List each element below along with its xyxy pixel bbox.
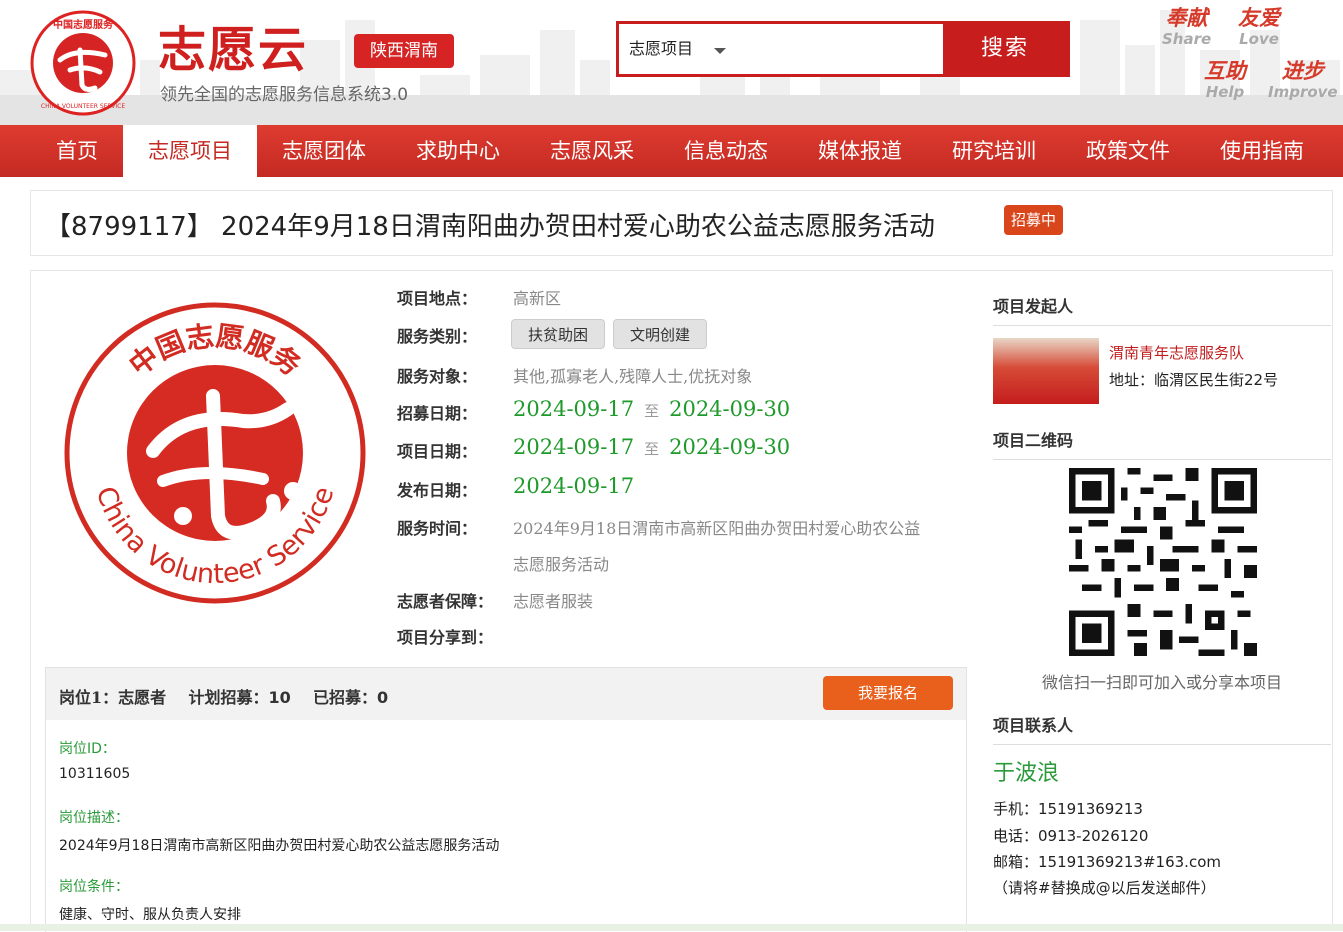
site-tagline: 领先全国的志愿服务信息系统3.0 [160,85,409,105]
search-category-select[interactable]: 志愿项目 [629,24,693,74]
bottom-strip [0,924,1343,931]
recruit-date-label: 招募日期： [397,404,478,423]
project-date-value: 2024-09-17 至 2024-09-30 [513,435,790,459]
nav-item-help-center[interactable]: 求助中心 [391,125,525,177]
nav-item-guide[interactable]: 使用指南 [1195,125,1329,177]
slogan-improve: 进步 Improve [1268,59,1338,101]
recruit-start-date: 2024-09-17 [513,397,635,421]
slogan-share: 奉献 Share [1162,6,1211,48]
page-title: 【8799117】 2024年9月18日渭南阳曲办贺田村爱心助农公益志愿服务活动 [45,212,935,242]
project-detail: 中国志愿服务 China Volunteer Service 项目地点： 高新区… [30,270,1333,932]
nav-item-news[interactable]: 信息动态 [659,125,793,177]
publish-date-value: 2024-09-17 [513,474,634,498]
nav-item-research[interactable]: 研究培训 [927,125,1061,177]
slogan-cn: 进步 [1281,59,1324,83]
guarantee-label: 志愿者保障： [397,592,494,611]
contact-email: 邮箱：15191369213#163.com [993,853,1221,871]
slogan-help: 互助 Help [1204,59,1246,101]
contact-phone: 电话：0913-2026120 [993,827,1149,845]
nav-item-groups[interactable]: 志愿团体 [257,125,391,177]
project-start-date: 2024-09-17 [513,435,635,459]
category-tag[interactable]: 扶贫助困 [511,319,606,349]
team-name-link[interactable]: 渭南青年志愿服务队 [1109,342,1244,363]
service-time-line2: 志愿服务活动 [513,555,610,574]
location-label: 项目地点： [397,289,478,308]
chevron-down-icon[interactable] [714,48,726,54]
signup-button[interactable]: 我要报名 [823,676,953,710]
category-tags: 扶贫助困 文明创建 [511,319,715,349]
guarantee-value: 志愿者服装 [513,592,594,611]
region-switch-button[interactable]: 陕西渭南 [354,34,454,68]
logo-title[interactable]: 志愿云 [158,10,308,80]
qr-caption: 微信扫一扫即可加入或分享本项目 [1041,673,1282,692]
contact-mobile: 手机：15191369213 [993,800,1143,818]
location-value: 高新区 [513,289,562,308]
nav-item-media[interactable]: 媒体报道 [793,125,927,177]
contact-name: 于波浪 [993,761,1060,786]
contact-email-note: （请将#替换成@以后发送邮件） [993,879,1216,897]
qr-heading: 项目二维码 [993,427,1331,460]
position-header: 岗位1：志愿者 计划招募：10 已招募：0 我要报名 [46,668,966,720]
position-desc-value: 2024年9月18日渭南市高新区阳曲办贺田村爱心助农公益志愿服务活动 [59,838,500,854]
nav-item-home[interactable]: 首页 [30,125,124,177]
slogan-en: Love [1239,30,1279,48]
category-label: 服务类别： [397,327,478,346]
date-separator: 至 [644,402,660,420]
main-nav: 首页 志愿项目 志愿团体 求助中心 志愿风采 信息动态 媒体报道 研究培训 政策… [0,125,1343,177]
target-value: 其他,孤寡老人,残障人士,优抚对象 [513,367,753,386]
search-box: 志愿项目 搜索 [616,21,1070,77]
slogan-cn: 互助 [1204,59,1246,83]
recruited-count: 0 [377,688,389,707]
slogan-en: Help [1205,83,1245,101]
svg-text:CHINA VOLUNTEER SERVICE: CHINA VOLUNTEER SERVICE [41,103,125,110]
publish-date: 2024-09-17 [513,474,635,498]
team-address: 地址：临渭区民生街22号 [1109,371,1279,389]
contact-heading: 项目联系人 [993,712,1331,745]
plan-label: 计划招募： [188,688,269,707]
status-badge: 招募中 [1004,205,1064,235]
position-label: 岗位1： [59,688,119,707]
svg-text:中国志愿服务: 中国志愿服务 [53,18,114,31]
recruit-end-date: 2024-09-30 [669,397,791,421]
project-date-label: 项目日期： [397,442,478,461]
recruited-label: 已招募： [313,688,378,707]
cvs-logo-icon[interactable]: 中国志愿服务 CHINA VOLUNTEER SERVICE [30,10,136,116]
slogan-cn: 奉献 [1165,6,1208,30]
position-desc-label: 岗位描述： [59,810,129,826]
recruit-date-value: 2024-09-17 至 2024-09-30 [513,397,790,421]
plan-count: 10 [268,688,291,707]
qr-code-icon [1069,468,1257,656]
publish-date-label: 发布日期： [397,481,478,500]
slogan-cn: 友爱 [1238,6,1280,30]
china-volunteer-service-logo-icon: 中国志愿服务 China Volunteer Service [64,302,366,604]
slogan-en: Share [1162,30,1212,48]
slogan-love: 友爱 Love [1238,6,1280,48]
search-button[interactable]: 搜索 [943,24,1067,74]
target-label: 服务对象： [397,367,478,386]
team-photo[interactable] [993,338,1099,404]
position-id-label: 岗位ID： [59,741,116,757]
position-role: 志愿者 [118,688,167,707]
position-summary: 岗位1：志愿者 计划招募：10 已招募：0 [59,684,388,708]
date-separator: 至 [644,440,660,458]
position-cond-label: 岗位条件： [59,879,129,895]
search-input[interactable] [744,30,934,68]
initiator-heading: 项目发起人 [993,293,1331,326]
slogan-en: Improve [1268,83,1338,101]
position-card: 岗位1：志愿者 计划招募：10 已招募：0 我要报名 岗位ID： 1031160… [45,667,967,932]
service-time-label: 服务时间： [397,519,478,538]
project-end-date: 2024-09-30 [669,435,791,459]
position-id-value: 10311605 [59,766,131,782]
category-tag[interactable]: 文明创建 [613,319,708,349]
nav-item-showcase[interactable]: 志愿风采 [525,125,659,177]
project-title-bar: 【8799117】 2024年9月18日渭南阳曲办贺田村爱心助农公益志愿服务活动… [30,190,1333,256]
service-time-line1: 2024年9月18日渭南市高新区阳曲办贺田村爱心助农公益 [513,519,921,538]
position-cond-value: 健康、守时、服从负责人安排 [59,907,241,923]
nav-item-policy[interactable]: 政策文件 [1061,125,1195,177]
nav-item-projects[interactable]: 志愿项目 [123,125,257,177]
share-label: 项目分享到： [397,628,494,647]
site-header: 中国志愿服务 CHINA VOLUNTEER SERVICE 志愿云 陕西渭南 … [0,0,1343,125]
